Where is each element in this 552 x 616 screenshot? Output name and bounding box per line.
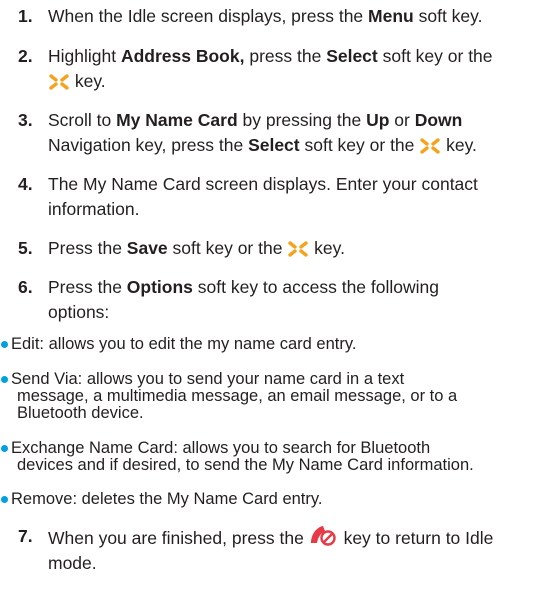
step-text: Highlight Address Book, press the Select… (48, 46, 493, 91)
step-text: When you are finished, press the key to … (48, 524, 548, 576)
step-number: 5. (18, 238, 33, 258)
step-text: When the Idle screen displays, press the… (48, 6, 483, 26)
step-1: 1. When the Idle screen displays, press … (18, 4, 548, 29)
step-number: 4. (18, 174, 33, 194)
step-text: Press the Options soft key to access the… (48, 277, 439, 322)
step-number: 3. (18, 110, 33, 130)
bullet-icon (1, 496, 8, 503)
option-item-send-via: Send Via: allows you to send your name c… (0, 371, 548, 422)
bullet-icon (1, 341, 8, 348)
step-text: The My Name Card screen displays. Enter … (48, 174, 478, 219)
bullet-icon (1, 445, 8, 452)
step-4: 4. The My Name Card screen displays. Ent… (18, 172, 548, 222)
step-2: 2. Highlight Address Book, press the Sel… (18, 44, 548, 94)
option-item-remove: Remove: deletes the My Name Card entry. (0, 491, 548, 508)
step-3: 3. Scroll to My Name Card by pressing th… (18, 108, 548, 158)
navigation-select-key-icon (288, 241, 309, 257)
step-5: 5. Press the Save soft key or the key. (18, 236, 548, 261)
step-7: 7. When you are finished, press the key … (18, 524, 548, 576)
step-number: 6. (18, 277, 33, 297)
option-item-exchange-name-card: Exchange Name Card: allows you to search… (0, 440, 548, 474)
step-number: 2. (18, 46, 33, 66)
end-call-key-icon (310, 526, 336, 546)
step-number: 7. (18, 526, 33, 546)
step-text: Press the Save soft key or the key. (48, 238, 345, 258)
step-number: 1. (18, 6, 33, 26)
navigation-select-key-icon (49, 74, 69, 90)
step-6: 6. Press the Options soft key to access … (18, 275, 548, 325)
step-text: Scroll to My Name Card by pressing the U… (48, 110, 477, 155)
bullet-icon (1, 376, 8, 383)
navigation-select-key-icon (420, 138, 440, 154)
option-item-edit: Edit: allows you to edit the my name car… (0, 336, 548, 353)
